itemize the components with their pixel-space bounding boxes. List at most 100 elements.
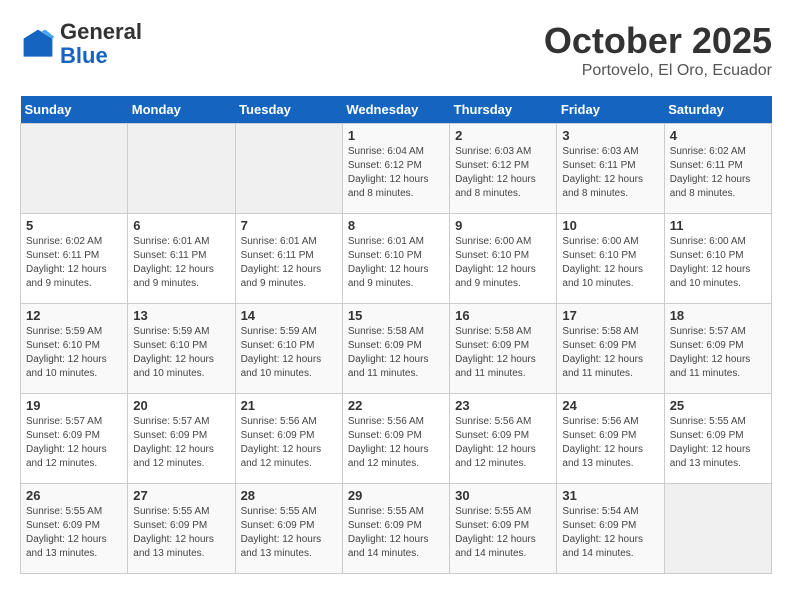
day-number: 8 (348, 218, 444, 233)
day-info: Sunrise: 6:01 AM Sunset: 6:10 PM Dayligh… (348, 235, 444, 291)
calendar-cell: 20 Sunrise: 5:57 AM Sunset: 6:09 PM Dayli… (128, 394, 235, 484)
calendar-cell: 25Sunrise: 5:55 AM Sunset: 6:09 PM Dayli… (664, 394, 771, 484)
calendar-cell: 29Sunrise: 5:55 AM Sunset: 6:09 PM Dayli… (342, 484, 449, 574)
day-number: 27 (133, 488, 229, 503)
day-info: Sunrise: 5:55 AM Sunset: 6:09 PM Dayligh… (133, 505, 229, 561)
day-info: Sunrise: 5:57 AM Sunset: 6:09 PM Dayligh… (670, 325, 766, 381)
day-info: Sunrise: 6:04 AM Sunset: 6:12 PM Dayligh… (348, 145, 444, 201)
day-info: Sunrise: 5:54 AM Sunset: 6:09 PM Dayligh… (562, 505, 658, 561)
day-number: 31 (562, 488, 658, 503)
day-number: 20 (133, 398, 229, 413)
day-info: Sunrise: 5:57 AM Sunset: 6:09 PM Dayligh… (133, 415, 229, 471)
day-info: Sunrise: 5:56 AM Sunset: 6:09 PM Dayligh… (562, 415, 658, 471)
day-number: 21 (241, 398, 337, 413)
column-header-wednesday: Wednesday (342, 96, 449, 124)
day-number: 29 (348, 488, 444, 503)
day-number: 13 (133, 308, 229, 323)
calendar-cell (21, 124, 128, 214)
day-number: 17 (562, 308, 658, 323)
calendar-week-2: 5Sunrise: 6:02 AM Sunset: 6:11 PM Daylig… (21, 214, 772, 304)
day-number: 28 (241, 488, 337, 503)
calendar-cell (235, 124, 342, 214)
day-info: Sunrise: 5:58 AM Sunset: 6:09 PM Dayligh… (348, 325, 444, 381)
day-number: 14 (241, 308, 337, 323)
day-number: 26 (26, 488, 122, 503)
calendar-week-1: 1 Sunrise: 6:04 AM Sunset: 6:12 PM Daylig… (21, 124, 772, 214)
day-number: 12 (26, 308, 122, 323)
logo: General Blue (20, 20, 142, 68)
calendar-cell: 15 Sunrise: 5:58 AM Sunset: 6:09 PM Dayli… (342, 304, 449, 394)
calendar-cell: 16 Sunrise: 5:58 AM Sunset: 6:09 PM Dayli… (450, 304, 557, 394)
calendar-table: SundayMondayTuesdayWednesdayThursdayFrid… (20, 96, 772, 574)
day-info: Sunrise: 5:55 AM Sunset: 6:09 PM Dayligh… (241, 505, 337, 561)
calendar-cell: 3Sunrise: 6:03 AM Sunset: 6:11 PM Daylig… (557, 124, 664, 214)
calendar-cell: 9 Sunrise: 6:00 AM Sunset: 6:10 PM Daylig… (450, 214, 557, 304)
day-info: Sunrise: 5:57 AM Sunset: 6:09 PM Dayligh… (26, 415, 122, 471)
calendar-cell: 10 Sunrise: 6:00 AM Sunset: 6:10 PM Dayli… (557, 214, 664, 304)
calendar-cell: 12 Sunrise: 5:59 AM Sunset: 6:10 PM Dayli… (21, 304, 128, 394)
day-number: 23 (455, 398, 551, 413)
day-info: Sunrise: 6:00 AM Sunset: 6:10 PM Dayligh… (455, 235, 551, 291)
calendar-header: SundayMondayTuesdayWednesdayThursdayFrid… (21, 96, 772, 124)
day-number: 18 (670, 308, 766, 323)
calendar-cell: 22Sunrise: 5:56 AM Sunset: 6:09 PM Dayli… (342, 394, 449, 484)
day-number: 16 (455, 308, 551, 323)
day-info: Sunrise: 6:01 AM Sunset: 6:11 PM Dayligh… (133, 235, 229, 291)
day-info: Sunrise: 5:59 AM Sunset: 6:10 PM Dayligh… (241, 325, 337, 381)
title-block: October 2025 Portovelo, El Oro, Ecuador (544, 20, 772, 80)
day-info: Sunrise: 5:56 AM Sunset: 6:09 PM Dayligh… (241, 415, 337, 471)
calendar-cell: 28 Sunrise: 5:55 AM Sunset: 6:09 PM Dayli… (235, 484, 342, 574)
calendar-cell: 19 Sunrise: 5:57 AM Sunset: 6:09 PM Dayli… (21, 394, 128, 484)
day-number: 15 (348, 308, 444, 323)
calendar-cell: 2 Sunrise: 6:03 AM Sunset: 6:12 PM Daylig… (450, 124, 557, 214)
day-number: 22 (348, 398, 444, 413)
calendar-cell: 6 Sunrise: 6:01 AM Sunset: 6:11 PM Daylig… (128, 214, 235, 304)
day-number: 9 (455, 218, 551, 233)
calendar-cell (128, 124, 235, 214)
day-info: Sunrise: 5:59 AM Sunset: 6:10 PM Dayligh… (133, 325, 229, 381)
calendar-cell: 17Sunrise: 5:58 AM Sunset: 6:09 PM Dayli… (557, 304, 664, 394)
column-header-thursday: Thursday (450, 96, 557, 124)
day-number: 11 (670, 218, 766, 233)
day-info: Sunrise: 6:01 AM Sunset: 6:11 PM Dayligh… (241, 235, 337, 291)
day-info: Sunrise: 6:03 AM Sunset: 6:12 PM Dayligh… (455, 145, 551, 201)
calendar-cell: 1 Sunrise: 6:04 AM Sunset: 6:12 PM Daylig… (342, 124, 449, 214)
day-number: 7 (241, 218, 337, 233)
day-number: 2 (455, 128, 551, 143)
day-number: 6 (133, 218, 229, 233)
day-info: Sunrise: 5:55 AM Sunset: 6:09 PM Dayligh… (26, 505, 122, 561)
location-subtitle: Portovelo, El Oro, Ecuador (544, 62, 772, 80)
day-info: Sunrise: 5:55 AM Sunset: 6:09 PM Dayligh… (670, 415, 766, 471)
column-header-sunday: Sunday (21, 96, 128, 124)
day-info: Sunrise: 5:59 AM Sunset: 6:10 PM Dayligh… (26, 325, 122, 381)
calendar-cell: 23 Sunrise: 5:56 AM Sunset: 6:09 PM Dayli… (450, 394, 557, 484)
page-header: General Blue October 2025 Portovelo, El … (20, 20, 772, 80)
calendar-cell: 7 Sunrise: 6:01 AM Sunset: 6:11 PM Daylig… (235, 214, 342, 304)
day-info: Sunrise: 5:58 AM Sunset: 6:09 PM Dayligh… (455, 325, 551, 381)
day-number: 10 (562, 218, 658, 233)
day-number: 1 (348, 128, 444, 143)
day-info: Sunrise: 5:55 AM Sunset: 6:09 PM Dayligh… (455, 505, 551, 561)
column-header-monday: Monday (128, 96, 235, 124)
calendar-cell: 4Sunrise: 6:02 AM Sunset: 6:11 PM Daylig… (664, 124, 771, 214)
day-info: Sunrise: 6:00 AM Sunset: 6:10 PM Dayligh… (562, 235, 658, 291)
calendar-week-5: 26 Sunrise: 5:55 AM Sunset: 6:09 PM Dayli… (21, 484, 772, 574)
calendar-cell: 21 Sunrise: 5:56 AM Sunset: 6:09 PM Dayli… (235, 394, 342, 484)
day-info: Sunrise: 6:02 AM Sunset: 6:11 PM Dayligh… (26, 235, 122, 291)
day-number: 4 (670, 128, 766, 143)
day-number: 19 (26, 398, 122, 413)
day-info: Sunrise: 6:00 AM Sunset: 6:10 PM Dayligh… (670, 235, 766, 291)
column-header-friday: Friday (557, 96, 664, 124)
day-info: Sunrise: 5:56 AM Sunset: 6:09 PM Dayligh… (455, 415, 551, 471)
calendar-week-3: 12 Sunrise: 5:59 AM Sunset: 6:10 PM Dayli… (21, 304, 772, 394)
month-title: October 2025 (544, 20, 772, 62)
calendar-cell: 24 Sunrise: 5:56 AM Sunset: 6:09 PM Dayli… (557, 394, 664, 484)
calendar-cell: 14 Sunrise: 5:59 AM Sunset: 6:10 PM Dayli… (235, 304, 342, 394)
calendar-week-4: 19 Sunrise: 5:57 AM Sunset: 6:09 PM Dayli… (21, 394, 772, 484)
calendar-cell: 26 Sunrise: 5:55 AM Sunset: 6:09 PM Dayli… (21, 484, 128, 574)
calendar-cell: 27 Sunrise: 5:55 AM Sunset: 6:09 PM Dayli… (128, 484, 235, 574)
logo-text: General Blue (60, 20, 142, 68)
day-number: 24 (562, 398, 658, 413)
calendar-cell: 31 Sunrise: 5:54 AM Sunset: 6:09 PM Dayli… (557, 484, 664, 574)
calendar-cell: 8 Sunrise: 6:01 AM Sunset: 6:10 PM Daylig… (342, 214, 449, 304)
